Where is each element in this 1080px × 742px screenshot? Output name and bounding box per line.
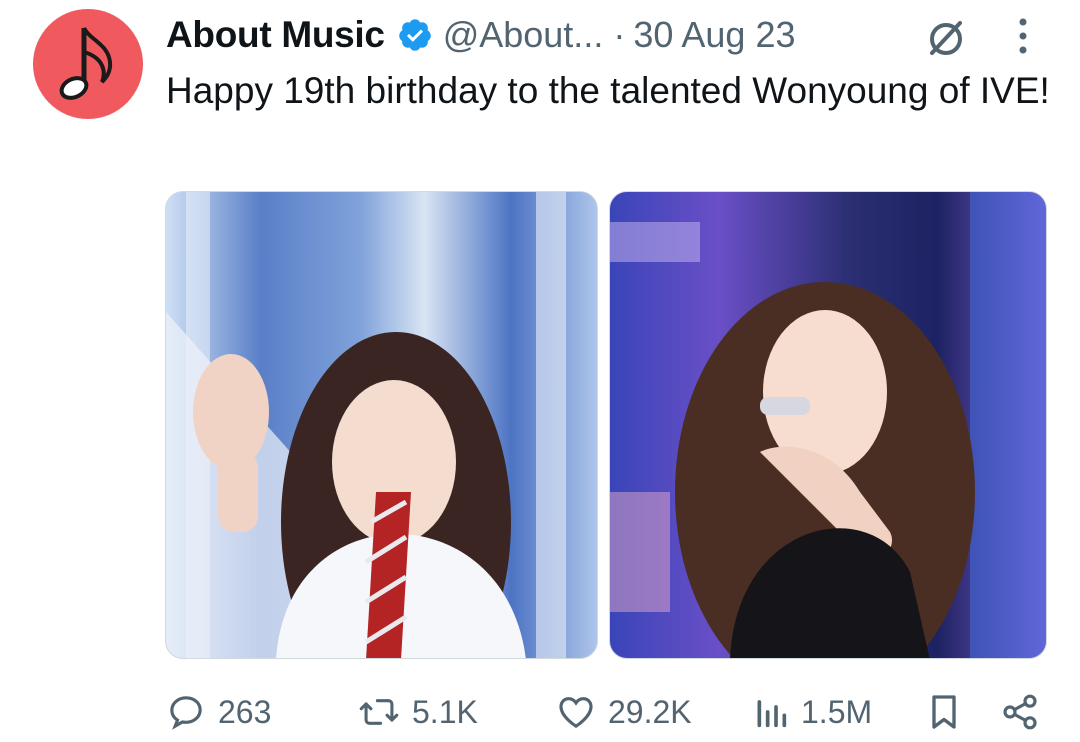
- tweet-text: Happy 19th birthday to the talented Wony…: [166, 70, 1050, 111]
- tweet-header: About Music @About... · 30 Aug 23: [166, 12, 796, 58]
- bookmark-button[interactable]: [926, 684, 962, 740]
- views-chart-icon: [757, 700, 787, 728]
- tweet-photo-1[interactable]: [165, 191, 598, 659]
- display-name[interactable]: About Music: [166, 14, 385, 56]
- heart-icon: [559, 697, 593, 729]
- repost-count: 5.1K: [412, 693, 478, 730]
- reply-count: 263: [218, 693, 272, 730]
- bookmark-icon: [932, 695, 956, 729]
- avatar[interactable]: [33, 9, 143, 119]
- view-count: 1.5M: [801, 693, 873, 730]
- tweet-card[interactable]: About Music @About... · 30 Aug 23 Happy …: [0, 0, 1080, 742]
- views-button[interactable]: 1.5M: [753, 684, 872, 740]
- share-button[interactable]: [1000, 684, 1040, 740]
- reply-icon: [170, 696, 202, 730]
- tweet-photo-2[interactable]: [609, 191, 1047, 659]
- more-options-icon[interactable]: [1012, 14, 1034, 58]
- like-count: 29.2K: [608, 693, 692, 730]
- photo-icon: [610, 192, 1046, 658]
- like-button[interactable]: 29.2K: [556, 684, 692, 740]
- music-note-icon: [59, 26, 113, 100]
- user-handle[interactable]: @About...: [443, 14, 604, 56]
- share-icon: [1003, 694, 1037, 730]
- verified-badge-icon: [397, 17, 433, 53]
- action-bar: 263 5.1K 29.2K 1.5M: [0, 684, 1080, 740]
- header-separator: ·: [613, 14, 626, 55]
- reply-button[interactable]: 263: [166, 684, 271, 740]
- photo-icon: [166, 192, 566, 658]
- repost-icon: [359, 699, 399, 725]
- repost-button[interactable]: 5.1K: [358, 684, 478, 740]
- tweet-date[interactable]: 30 Aug 23: [633, 14, 795, 56]
- grok-icon[interactable]: [924, 15, 968, 59]
